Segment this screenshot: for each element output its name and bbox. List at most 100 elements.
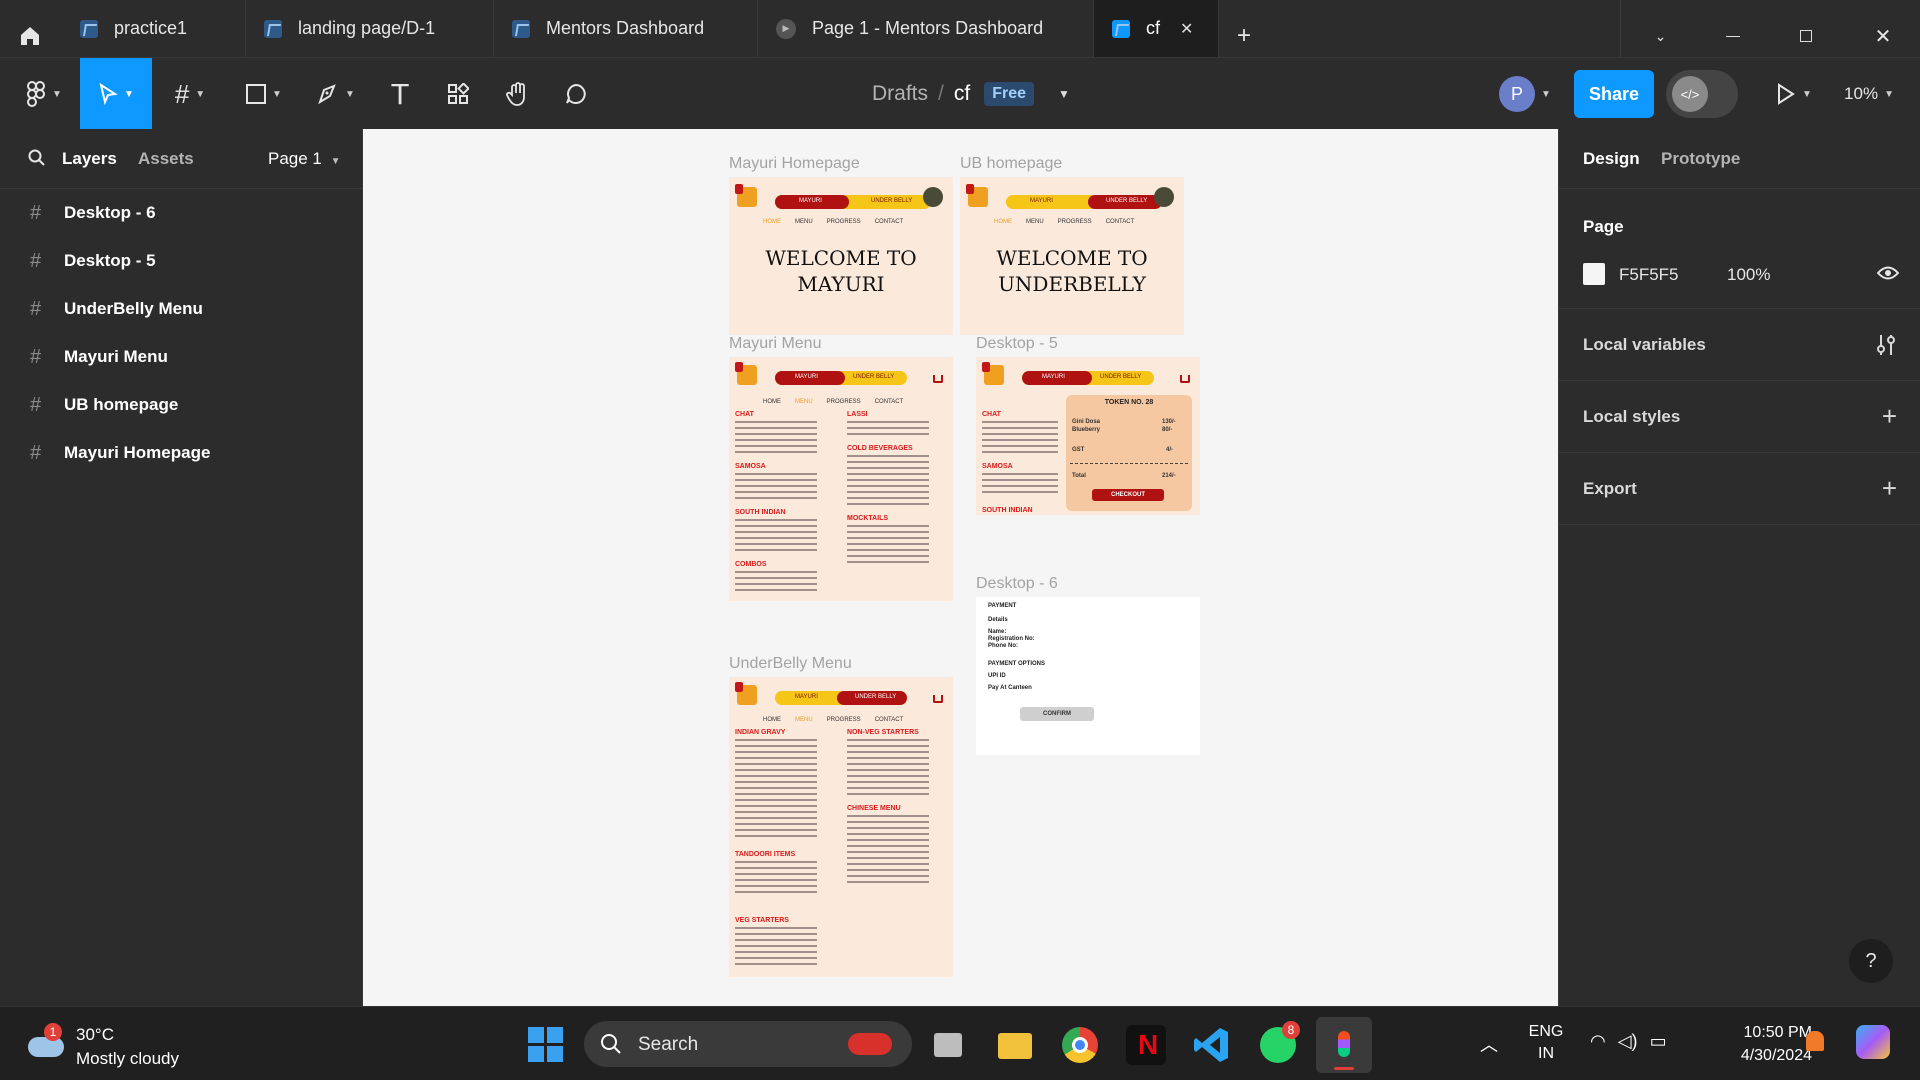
frame-underbelly-menu[interactable]: MAYURI UNDER BELLY HOME MENU PROGRESS CO… bbox=[729, 677, 953, 977]
menu-items bbox=[735, 927, 817, 969]
page-opacity-value[interactable]: 100% bbox=[1727, 265, 1770, 285]
windows-logo-icon bbox=[528, 1027, 564, 1062]
frame-mayuri-homepage[interactable]: MAYURI UNDER BELLY HOME MENU PROGRESS CO… bbox=[729, 177, 953, 335]
tray-overflow-chevron-icon[interactable]: ︿ bbox=[1480, 1031, 1498, 1057]
menu-items bbox=[982, 473, 1058, 497]
weather-widget[interactable]: 1 30°C Mostly cloudy bbox=[24, 1019, 224, 1069]
weather-desc: Mostly cloudy bbox=[76, 1049, 179, 1068]
layer-ub-homepage[interactable]: # UB homepage bbox=[0, 385, 363, 425]
section-combos: COMBOS bbox=[735, 561, 767, 568]
text-tool-button[interactable]: T bbox=[382, 58, 418, 130]
page-color-value[interactable]: F5F5F5 bbox=[1619, 265, 1679, 285]
tab-practice1[interactable]: practice1 bbox=[62, 0, 246, 57]
lang-line-1: ENG bbox=[1528, 1023, 1564, 1040]
frame-label-mayuri-menu[interactable]: Mayuri Menu bbox=[729, 335, 821, 353]
tab-prototype[interactable]: Prototype bbox=[1661, 149, 1740, 169]
cart-icon bbox=[933, 375, 943, 383]
restore-icon bbox=[1800, 30, 1812, 42]
task-view-icon[interactable] bbox=[928, 1025, 968, 1065]
weather-badge: 1 bbox=[44, 1023, 62, 1041]
shape-tool-button[interactable]: ▼ bbox=[236, 58, 292, 130]
layer-mayuri-homepage[interactable]: # Mayuri Homepage bbox=[0, 433, 363, 473]
frame-mayuri-menu[interactable]: MAYURI UNDER BELLY HOME MENU PROGRESS CO… bbox=[729, 357, 953, 601]
dev-mode-toggle[interactable]: </> bbox=[1666, 70, 1738, 118]
section-samosa: SAMOSA bbox=[982, 463, 1013, 470]
multiplayer-avatar[interactable]: P ▼ bbox=[1490, 58, 1560, 130]
file-menu-chevron-icon[interactable]: ▼ bbox=[1058, 87, 1070, 101]
tab-design[interactable]: Design bbox=[1583, 149, 1640, 169]
file-name[interactable]: cf bbox=[954, 82, 970, 106]
comment-tool-button[interactable] bbox=[556, 58, 596, 130]
text-t-icon: T bbox=[391, 77, 409, 111]
vscode-icon[interactable] bbox=[1192, 1025, 1232, 1065]
tab-landing-page[interactable]: landing page/D-1 bbox=[246, 0, 494, 57]
zoom-dropdown[interactable]: 10% ▼ bbox=[1834, 58, 1904, 130]
breadcrumb-drafts[interactable]: Drafts bbox=[872, 82, 928, 106]
netflix-icon[interactable]: N bbox=[1126, 1025, 1166, 1065]
layer-label: Mayuri Menu bbox=[64, 347, 168, 366]
add-style-plus-icon[interactable]: + bbox=[1882, 403, 1897, 429]
figma-app-icon[interactable] bbox=[1316, 1017, 1372, 1073]
frame-label-underbelly-menu[interactable]: UnderBelly Menu bbox=[729, 655, 852, 673]
local-styles-section[interactable]: Local styles + bbox=[1559, 381, 1920, 453]
notification-bell-icon[interactable] bbox=[1806, 1031, 1824, 1051]
file-explorer-icon[interactable] bbox=[994, 1025, 1034, 1065]
tab-layers[interactable]: Layers bbox=[62, 149, 117, 169]
tab-page1-mentors[interactable]: ▶ Page 1 - Mentors Dashboard bbox=[758, 0, 1094, 57]
help-button[interactable]: ? bbox=[1849, 939, 1893, 983]
tab-assets[interactable]: Assets bbox=[138, 149, 194, 169]
nav-toggle: MAYURI UNDER BELLY bbox=[775, 691, 907, 705]
frame-ub-homepage[interactable]: MAYURI UNDER BELLY HOME MENU PROGRESS CO… bbox=[960, 177, 1184, 335]
frame-label-desktop-6[interactable]: Desktop - 6 bbox=[976, 575, 1058, 593]
frame-label-desktop-5[interactable]: Desktop - 5 bbox=[976, 335, 1058, 353]
main-menu-button[interactable]: ▼ bbox=[14, 58, 74, 130]
welcome-line-2: MAYURI bbox=[797, 272, 885, 296]
layer-desktop-5[interactable]: # Desktop - 5 bbox=[0, 241, 363, 281]
plan-badge: Free bbox=[984, 82, 1034, 106]
frame-hash-icon: # bbox=[30, 297, 42, 320]
tab-label: landing page/D-1 bbox=[298, 18, 436, 38]
frame-label-mayuri-homepage[interactable]: Mayuri Homepage bbox=[729, 155, 860, 173]
frame-tool-button[interactable]: # ▼ bbox=[162, 58, 218, 130]
search-icon[interactable] bbox=[28, 149, 46, 167]
page-section: Page F5F5F5 100% bbox=[1559, 189, 1920, 309]
frame-label-ub-homepage[interactable]: UB homepage bbox=[960, 155, 1062, 173]
layer-mayuri-menu[interactable]: # Mayuri Menu bbox=[0, 337, 363, 377]
tab-cf[interactable]: cf ✕ bbox=[1094, 0, 1219, 57]
layer-underbelly-menu[interactable]: # UnderBelly Menu bbox=[0, 289, 363, 329]
chrome-icon[interactable] bbox=[1060, 1025, 1100, 1065]
start-button[interactable] bbox=[528, 1027, 564, 1063]
nav-mayuri: MAYURI bbox=[1042, 374, 1065, 380]
whatsapp-icon[interactable]: 8 bbox=[1258, 1021, 1300, 1065]
system-tray-icons[interactable]: ◠ ◁) ▭ bbox=[1590, 1031, 1667, 1052]
chevron-down-icon: ▼ bbox=[272, 88, 282, 100]
local-variables-section[interactable]: Local variables bbox=[1559, 309, 1920, 381]
frame-desktop-6[interactable]: PAYMENT Details Name: Registration No: P… bbox=[976, 597, 1200, 755]
language-indicator[interactable]: ENG IN bbox=[1526, 1021, 1566, 1065]
clock[interactable]: 10:50 PM 4/30/2024 bbox=[1702, 1021, 1812, 1067]
copilot-icon[interactable] bbox=[1856, 1025, 1890, 1059]
resources-tool-button[interactable] bbox=[440, 58, 476, 130]
menu-items bbox=[735, 473, 817, 503]
design-canvas[interactable]: Mayuri Homepage MAYURI UNDER BELLY HOME … bbox=[363, 129, 1558, 1006]
tab-mentors-dashboard[interactable]: Mentors Dashboard bbox=[494, 0, 758, 57]
close-tab-icon[interactable]: ✕ bbox=[1180, 19, 1193, 39]
eye-icon[interactable] bbox=[1877, 265, 1899, 281]
frame-desktop-5[interactable]: MAYURI UNDER BELLY CHAT SAMOSA SOUTH IND… bbox=[976, 357, 1200, 515]
menu-items bbox=[847, 739, 929, 799]
present-button[interactable]: ▼ bbox=[1764, 58, 1824, 130]
share-button[interactable]: Share bbox=[1574, 70, 1654, 118]
nav-under-belly: UNDER BELLY bbox=[1106, 198, 1148, 204]
nav-menu: MENU bbox=[795, 399, 813, 405]
page-selector[interactable]: Page 1 ▼ bbox=[268, 149, 341, 169]
page-color-swatch[interactable] bbox=[1583, 263, 1605, 285]
hand-tool-button[interactable] bbox=[498, 58, 538, 130]
layer-desktop-6[interactable]: # Desktop - 6 bbox=[0, 193, 363, 233]
move-tool-button[interactable]: ▼ bbox=[80, 58, 152, 130]
add-export-plus-icon[interactable]: + bbox=[1882, 475, 1897, 501]
variables-sliders-icon[interactable] bbox=[1875, 333, 1897, 357]
pen-tool-button[interactable]: ▼ bbox=[308, 58, 364, 130]
whatsapp-badge: 8 bbox=[1282, 1021, 1300, 1039]
export-section[interactable]: Export + bbox=[1559, 453, 1920, 525]
taskbar-search[interactable]: Search bbox=[584, 1021, 912, 1067]
